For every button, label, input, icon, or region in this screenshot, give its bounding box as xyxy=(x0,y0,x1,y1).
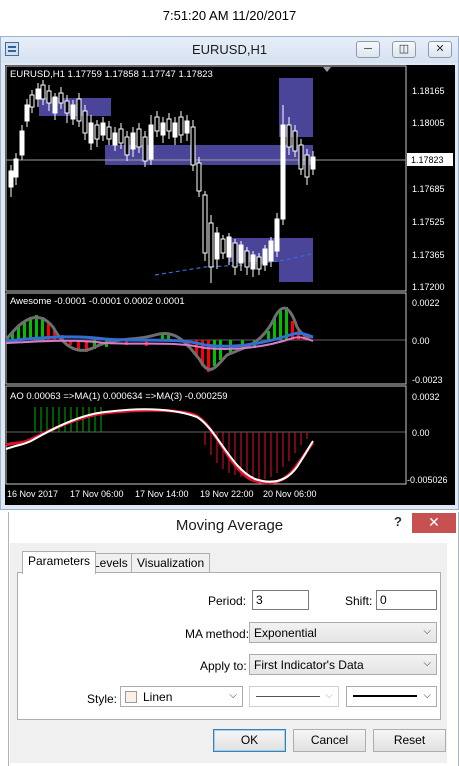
chart-svg[interactable]: EURUSD,H1 1.17759 1.17858 1.17747 1.1782… xyxy=(5,65,455,505)
price-tick: 1.17200 xyxy=(412,282,445,292)
ma-method-select[interactable]: Exponential ⌵ xyxy=(249,622,437,643)
style-label: Style: xyxy=(87,692,118,706)
chart-window-title: EURUSD,H1 xyxy=(191,42,268,57)
shift-input[interactable]: 0 xyxy=(376,590,437,610)
price-tick: 1.18165 xyxy=(412,86,445,96)
shift-label: Shift: xyxy=(345,594,373,608)
ao-chart-label: Awesome -0.0001 -0.0001 0.0002 0.0001 xyxy=(10,296,185,307)
ma-fast-line xyxy=(5,408,314,483)
price-tick: 1.18005 xyxy=(412,118,445,128)
time-tick: 17 Nov 06:00 xyxy=(70,489,124,499)
line-style-select[interactable]: ⌵ xyxy=(249,686,339,707)
zone-bottom-right xyxy=(279,260,313,282)
chevron-down-icon: ⌵ xyxy=(229,690,237,701)
background-window-edge xyxy=(0,650,8,730)
cancel-button[interactable]: Cancel xyxy=(293,729,366,752)
ma-slow-line xyxy=(5,408,315,485)
chevron-down-icon: ⌵ xyxy=(325,690,333,701)
ao-tick: -0.0023 xyxy=(412,375,443,385)
color-select[interactable]: Linen ⌵ xyxy=(120,686,243,707)
reset-button[interactable]: Reset xyxy=(373,729,446,752)
chevron-down-icon: ⌵ xyxy=(423,690,431,701)
price-chart-area[interactable]: EURUSD,H1 1.17759 1.17858 1.17747 1.1782… xyxy=(5,65,455,505)
close-window-button[interactable]: ✕ xyxy=(428,41,452,58)
price-tick: 1.17685 xyxy=(412,184,445,194)
apply-to-value: First Indicator's Data xyxy=(254,658,364,672)
tab-parameters[interactable]: Parameters xyxy=(22,551,97,574)
chart-shift-marker-icon[interactable] xyxy=(323,67,331,72)
ok-button[interactable]: OK xyxy=(213,729,286,752)
main-chart-label: EURUSD,H1 1.17759 1.17858 1.17747 1.1782… xyxy=(10,69,213,80)
dialog-close-button[interactable]: ✕ xyxy=(412,513,456,533)
line-style-sample xyxy=(256,696,320,697)
color-value: Linen xyxy=(143,690,173,704)
period-label: Period: xyxy=(208,594,247,608)
line-width-sample xyxy=(353,695,417,697)
time-tick: 19 Nov 22:00 xyxy=(200,489,254,499)
apply-to-select[interactable]: First Indicator's Data ⌵ xyxy=(249,654,437,675)
chart-window: EURUSD,H1 ─ ◫ ✕ EURUSD,H1 1.17759 1.1785… xyxy=(0,36,459,510)
ma-tick: 0.0032 xyxy=(412,392,440,402)
color-swatch xyxy=(125,691,137,703)
clock-text: 7:51:20 AM 11/20/2017 xyxy=(162,8,297,23)
period-input[interactable]: 3 xyxy=(252,590,309,610)
ma-chart-label: AO 0.00063 =>MA(1) 0.000634 =>MA(3) -0.0… xyxy=(10,391,228,402)
candle-bodies xyxy=(8,84,316,270)
chart-window-titlebar[interactable]: EURUSD,H1 ─ ◫ ✕ xyxy=(1,37,458,63)
price-tick: 1.17365 xyxy=(412,250,445,260)
ma-tick: 0.00 xyxy=(412,428,430,438)
current-price-text: 1.17823 xyxy=(411,155,444,165)
ao-tick: 0.0022 xyxy=(412,298,440,308)
price-tick: 1.17525 xyxy=(412,217,445,227)
line-width-select[interactable]: ⌵ xyxy=(346,686,437,707)
apply-to-label: Apply to: xyxy=(200,659,247,673)
chevron-down-icon: ⌵ xyxy=(423,626,431,637)
help-button[interactable]: ? xyxy=(390,514,406,529)
ma-tick: -0.005026 xyxy=(407,475,448,485)
time-tick: 16 Nov 2017 xyxy=(7,489,58,499)
minimize-button[interactable]: ─ xyxy=(356,41,380,58)
ma-method-label: MA method: xyxy=(185,627,250,641)
ao-tick: 0.00 xyxy=(412,336,430,346)
ma-method-value: Exponential xyxy=(254,626,317,640)
tab-visualization[interactable]: Visualization xyxy=(131,553,211,573)
time-tick: 20 Nov 06:00 xyxy=(263,489,317,499)
time-tick: 17 Nov 14:00 xyxy=(135,489,189,499)
chevron-down-icon: ⌵ xyxy=(423,658,431,669)
ma-pane-green-bars xyxy=(34,407,102,432)
restore-button[interactable]: ◫ xyxy=(392,41,416,58)
